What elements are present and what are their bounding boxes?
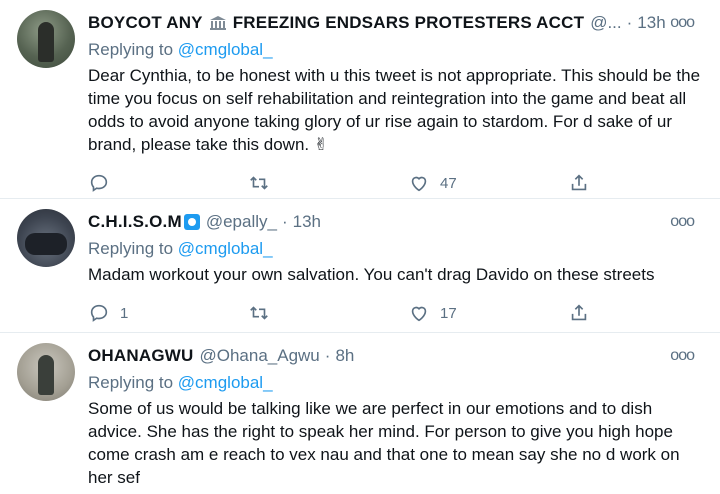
separator-dot: ·: [281, 212, 288, 231]
like-button[interactable]: 47: [408, 172, 568, 194]
replying-to-link[interactable]: @cmglobal_: [178, 40, 273, 59]
share-button[interactable]: [568, 172, 590, 194]
user-handle[interactable]: @epally_: [206, 212, 277, 232]
timestamp[interactable]: 13h: [637, 13, 665, 33]
tweet-header: BOYCOT ANY FREEZING ENDSARS PROTESTERS A…: [88, 10, 704, 36]
share-icon: [571, 304, 587, 321]
tweet-text: Madam workout your own salvation. You ca…: [88, 265, 655, 284]
separator-dot: ·: [324, 346, 331, 365]
tweet-actions: 47: [88, 170, 704, 196]
avatar[interactable]: [17, 209, 75, 267]
like-count: 17: [440, 304, 457, 322]
replying-to-link[interactable]: @cmglobal_: [178, 373, 273, 392]
retweet-icon: [250, 176, 268, 190]
tweet-actions: 1 17: [88, 300, 704, 326]
timestamp[interactable]: 13h: [293, 212, 321, 232]
timestamp[interactable]: 8h: [335, 346, 354, 366]
replying-to-link[interactable]: @cmglobal_: [178, 239, 273, 258]
like-count: 47: [440, 174, 457, 192]
tweet-text: Dear Cynthia, to be honest with u this t…: [88, 66, 701, 154]
bank-icon: [209, 16, 226, 30]
replying-label: Replying to: [88, 239, 174, 258]
like-button[interactable]: 17: [408, 302, 568, 324]
more-options-icon[interactable]: ooo: [670, 14, 695, 32]
tweet-header: OHANAGWU @Ohana_Agwu · 8h: [88, 343, 704, 369]
avatar[interactable]: [17, 343, 75, 401]
retweet-icon: [250, 306, 268, 320]
reply-button[interactable]: [88, 172, 248, 194]
reply-icon: [90, 304, 108, 322]
more-options-icon[interactable]: ooo: [670, 347, 695, 365]
display-name[interactable]: BOYCOT ANY: [88, 13, 203, 33]
blue-circle-icon: [183, 214, 200, 230]
display-name[interactable]: OHANAGWU: [88, 346, 193, 366]
heart-icon: [411, 306, 427, 322]
tweet[interactable]: ooo C.H.I.S.O.M @epally_ · 13h Replying …: [0, 199, 720, 333]
share-icon: [571, 174, 587, 191]
avatar[interactable]: [17, 10, 75, 68]
heart-icon: [411, 176, 427, 192]
tweet-header: C.H.I.S.O.M @epally_ · 13h: [88, 209, 704, 235]
retweet-button[interactable]: [248, 302, 408, 324]
share-button[interactable]: [568, 302, 590, 324]
reply-button[interactable]: 1: [88, 302, 248, 324]
replying-to: Replying to @cmglobal_: [88, 373, 704, 393]
tweet[interactable]: ooo BOYCOT ANY FREEZING ENDSARS PROTESTE…: [0, 0, 720, 199]
retweet-button[interactable]: [248, 172, 408, 194]
display-name[interactable]: C.H.I.S.O.M: [88, 212, 182, 232]
replying-to: Replying to @cmglobal_: [88, 40, 704, 60]
user-handle[interactable]: @Ohana_Agwu: [199, 346, 319, 366]
replying-label: Replying to: [88, 373, 174, 392]
display-name-cont[interactable]: FREEZING ENDSARS PROTESTERS ACCT: [233, 13, 584, 33]
replying-label: Replying to: [88, 40, 174, 59]
user-handle[interactable]: @...: [590, 13, 621, 33]
replying-to: Replying to @cmglobal_: [88, 239, 704, 259]
tweet-text: Some of us would be talking like we are …: [88, 399, 680, 487]
more-options-icon[interactable]: ooo: [670, 213, 695, 231]
separator-dot: ·: [626, 13, 633, 32]
reply-icon: [90, 174, 108, 192]
tweet[interactable]: ooo OHANAGWU @Ohana_Agwu · 8h Replying t…: [0, 333, 720, 494]
reply-count: 1: [120, 304, 129, 322]
